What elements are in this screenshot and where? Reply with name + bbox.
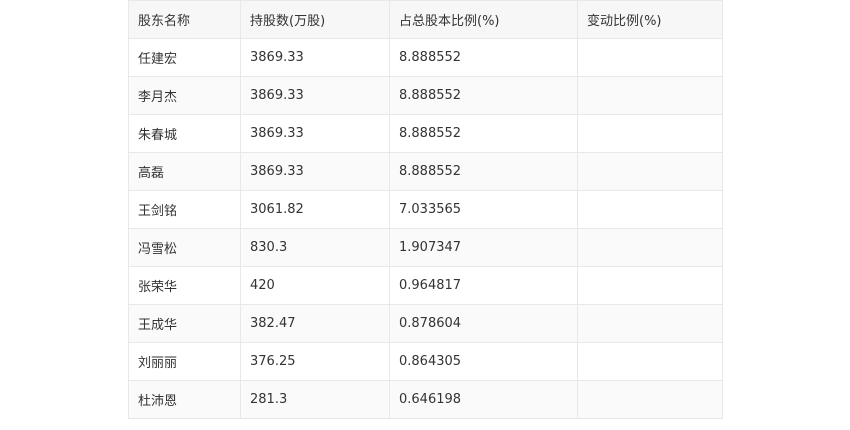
shareholder-table-container: 股东名称 持股数(万股) 占总股本比例(%) 变动比例(%) 任建宏 3869.… <box>128 0 723 419</box>
table-header-row: 股东名称 持股数(万股) 占总股本比例(%) 变动比例(%) <box>128 0 723 39</box>
cell-change <box>577 38 723 77</box>
cell-name: 杜沛恩 <box>128 380 241 419</box>
table-row: 杜沛恩 281.3 0.646198 <box>128 380 723 419</box>
cell-change <box>577 342 723 381</box>
cell-change <box>577 114 723 153</box>
cell-ratio: 1.907347 <box>389 228 578 267</box>
cell-name: 朱春城 <box>128 114 241 153</box>
cell-change <box>577 152 723 191</box>
cell-ratio: 7.033565 <box>389 190 578 229</box>
cell-change <box>577 304 723 343</box>
table-row: 朱春城 3869.33 8.888552 <box>128 114 723 153</box>
cell-ratio: 0.864305 <box>389 342 578 381</box>
cell-shares: 281.3 <box>240 380 390 419</box>
cell-name: 王剑铭 <box>128 190 241 229</box>
table-row: 刘丽丽 376.25 0.864305 <box>128 342 723 381</box>
cell-ratio: 8.888552 <box>389 114 578 153</box>
cell-change <box>577 76 723 115</box>
cell-shares: 3869.33 <box>240 114 390 153</box>
cell-shares: 3061.82 <box>240 190 390 229</box>
cell-name: 王成华 <box>128 304 241 343</box>
cell-shares: 3869.33 <box>240 152 390 191</box>
cell-shares: 376.25 <box>240 342 390 381</box>
cell-ratio: 8.888552 <box>389 152 578 191</box>
cell-shares: 3869.33 <box>240 76 390 115</box>
cell-shares: 3869.33 <box>240 38 390 77</box>
cell-name: 高磊 <box>128 152 241 191</box>
table-row: 王剑铭 3061.82 7.033565 <box>128 190 723 229</box>
cell-name: 刘丽丽 <box>128 342 241 381</box>
cell-change <box>577 190 723 229</box>
cell-ratio: 8.888552 <box>389 38 578 77</box>
shareholder-table: 股东名称 持股数(万股) 占总股本比例(%) 变动比例(%) 任建宏 3869.… <box>128 0 723 419</box>
cell-name: 冯雪松 <box>128 228 241 267</box>
cell-change <box>577 266 723 305</box>
table-row: 李月杰 3869.33 8.888552 <box>128 76 723 115</box>
cell-ratio: 8.888552 <box>389 76 578 115</box>
cell-name: 任建宏 <box>128 38 241 77</box>
cell-name: 张荣华 <box>128 266 241 305</box>
header-shares-held: 持股数(万股) <box>240 0 390 39</box>
table-row: 张荣华 420 0.964817 <box>128 266 723 305</box>
header-change-ratio: 变动比例(%) <box>577 0 723 39</box>
table-row: 冯雪松 830.3 1.907347 <box>128 228 723 267</box>
cell-ratio: 0.646198 <box>389 380 578 419</box>
table-row: 王成华 382.47 0.878604 <box>128 304 723 343</box>
cell-shares: 382.47 <box>240 304 390 343</box>
cell-ratio: 0.878604 <box>389 304 578 343</box>
cell-shares: 830.3 <box>240 228 390 267</box>
header-shareholder-name: 股东名称 <box>128 0 241 39</box>
cell-name: 李月杰 <box>128 76 241 115</box>
table-row: 高磊 3869.33 8.888552 <box>128 152 723 191</box>
cell-ratio: 0.964817 <box>389 266 578 305</box>
cell-change <box>577 228 723 267</box>
header-share-ratio: 占总股本比例(%) <box>389 0 578 39</box>
cell-shares: 420 <box>240 266 390 305</box>
cell-change <box>577 380 723 419</box>
table-row: 任建宏 3869.33 8.888552 <box>128 38 723 77</box>
